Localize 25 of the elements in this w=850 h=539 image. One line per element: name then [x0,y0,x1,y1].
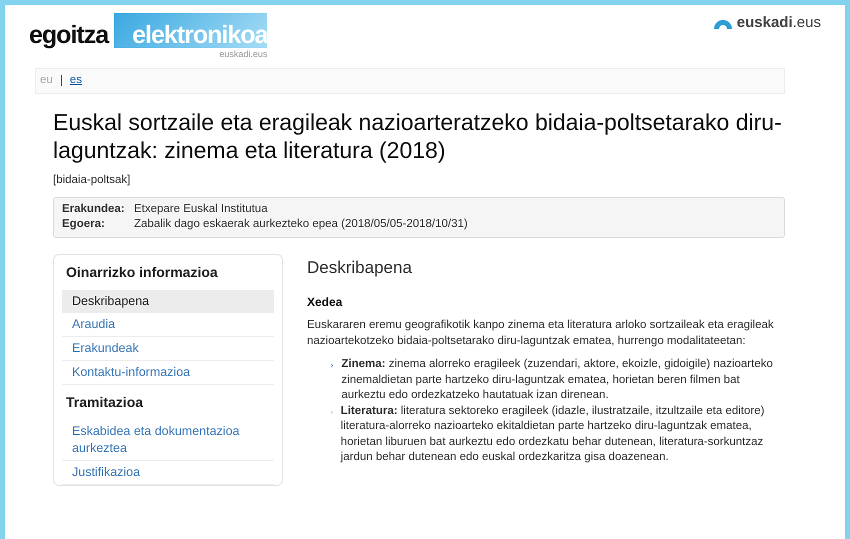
subheading: Xedea [307,294,344,310]
list-item-text: Literatura: literatura sektoreko eragileek (idazle, ilustratzaile, itzultzaile eta editore) literatura-alorreko nazioarteko ekitaldietan parte hartzeko diru-laguntzak ematea, horietan liburuen bat aurkeztu edo ordezkatu behar dutenean, literatura-sorkuntzaz jardun behar dutenean edo euskal ordezkaritza gisa doazenean. [340,404,766,466]
summary-value: Zabalik dago eskaerak aurkezteko epea (2018/05/05-2018/10/31) [134,217,468,232]
sidebar-item[interactable]: Araudia [62,313,274,338]
sidebar-item[interactable]: Justifikazioa [62,460,274,485]
summary-label: Erakundea: [62,202,126,217]
brand-name: euskadi.eus [736,13,821,33]
page-title: Euskal sortzaile eta eragileak nazioarteratzeko bidaia-poltsetarako diru-laguntzak: zinema eta literatura (2018) [53,108,783,166]
sidebar-item[interactable]: Kontaktu-informazioa [62,361,274,386]
section-title: Oinarrizko informazioa [65,262,219,282]
sidebar-item[interactable]: Erakundeak [62,337,274,362]
intro-paragraph: Euskararen eremu geografikotik kanpo zinema eta literatura arloko sortzaileak eta eragileak nazioartekotzeko bidaia-poltsetarako diru-laguntzak ematea, hurrengo modalitateetan: [307,318,775,349]
sidebar-item[interactable]: Eskabidea eta dokumentazioa aurkeztea [62,420,274,461]
section-title: Tramitazioa [65,393,144,412]
logo-text: egoitza [29,23,108,48]
tag-text: [bidaia-poltsak] [53,173,132,188]
summary-value: Etxepare Euskal Institutua [134,202,268,217]
arc-icon [712,18,733,29]
logo-subtitle: euskadi.eus [219,48,268,60]
sidebar-item[interactable]: Deskribapena [62,290,274,314]
summary-label: Egoera: [62,217,106,232]
section-heading: Deskribapena [307,258,413,278]
list-item-text: Zinema: zinema alorreko eragileek (zuzendari, aktore, ekoizle, gidoigile) nazioarteko zinemaldietan parte hartzeko diru-laguntzak ematea, horietan beren filmen bat aurkeztu edo ordezkatzeko hautatuak izan direnean. [341,357,774,404]
language-link[interactable]: es [70,73,82,89]
logo-text: elektronikoa [114,13,268,48]
